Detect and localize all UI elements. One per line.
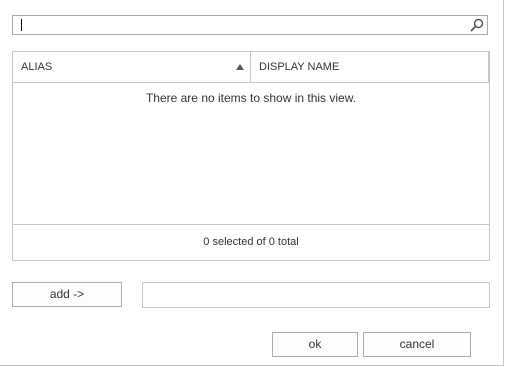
results-grid: ALIAS DISPLAY NAME There are no items to… xyxy=(12,51,490,261)
column-header-alias[interactable]: ALIAS xyxy=(13,52,251,82)
column-header-display-name[interactable]: DISPLAY NAME xyxy=(251,52,489,82)
add-button[interactable]: add -> xyxy=(12,282,122,307)
search-box[interactable] xyxy=(12,15,488,35)
column-divider xyxy=(488,52,489,82)
search-icon[interactable] xyxy=(470,18,484,32)
column-header-alias-label: ALIAS xyxy=(21,61,53,73)
text-caret xyxy=(21,19,22,31)
cancel-button[interactable]: cancel xyxy=(363,332,471,357)
selection-status: 0 selected of 0 total xyxy=(13,224,489,260)
search-input[interactable] xyxy=(13,16,467,34)
empty-message: There are no items to show in this view. xyxy=(145,91,357,105)
selected-items-field[interactable] xyxy=(142,282,490,308)
column-header-display-name-label: DISPLAY NAME xyxy=(259,61,340,73)
grid-header: ALIAS DISPLAY NAME xyxy=(13,52,489,83)
sort-ascending-icon xyxy=(236,64,244,70)
ok-button[interactable]: ok xyxy=(272,332,358,357)
picker-dialog: ALIAS DISPLAY NAME There are no items to… xyxy=(0,0,504,366)
